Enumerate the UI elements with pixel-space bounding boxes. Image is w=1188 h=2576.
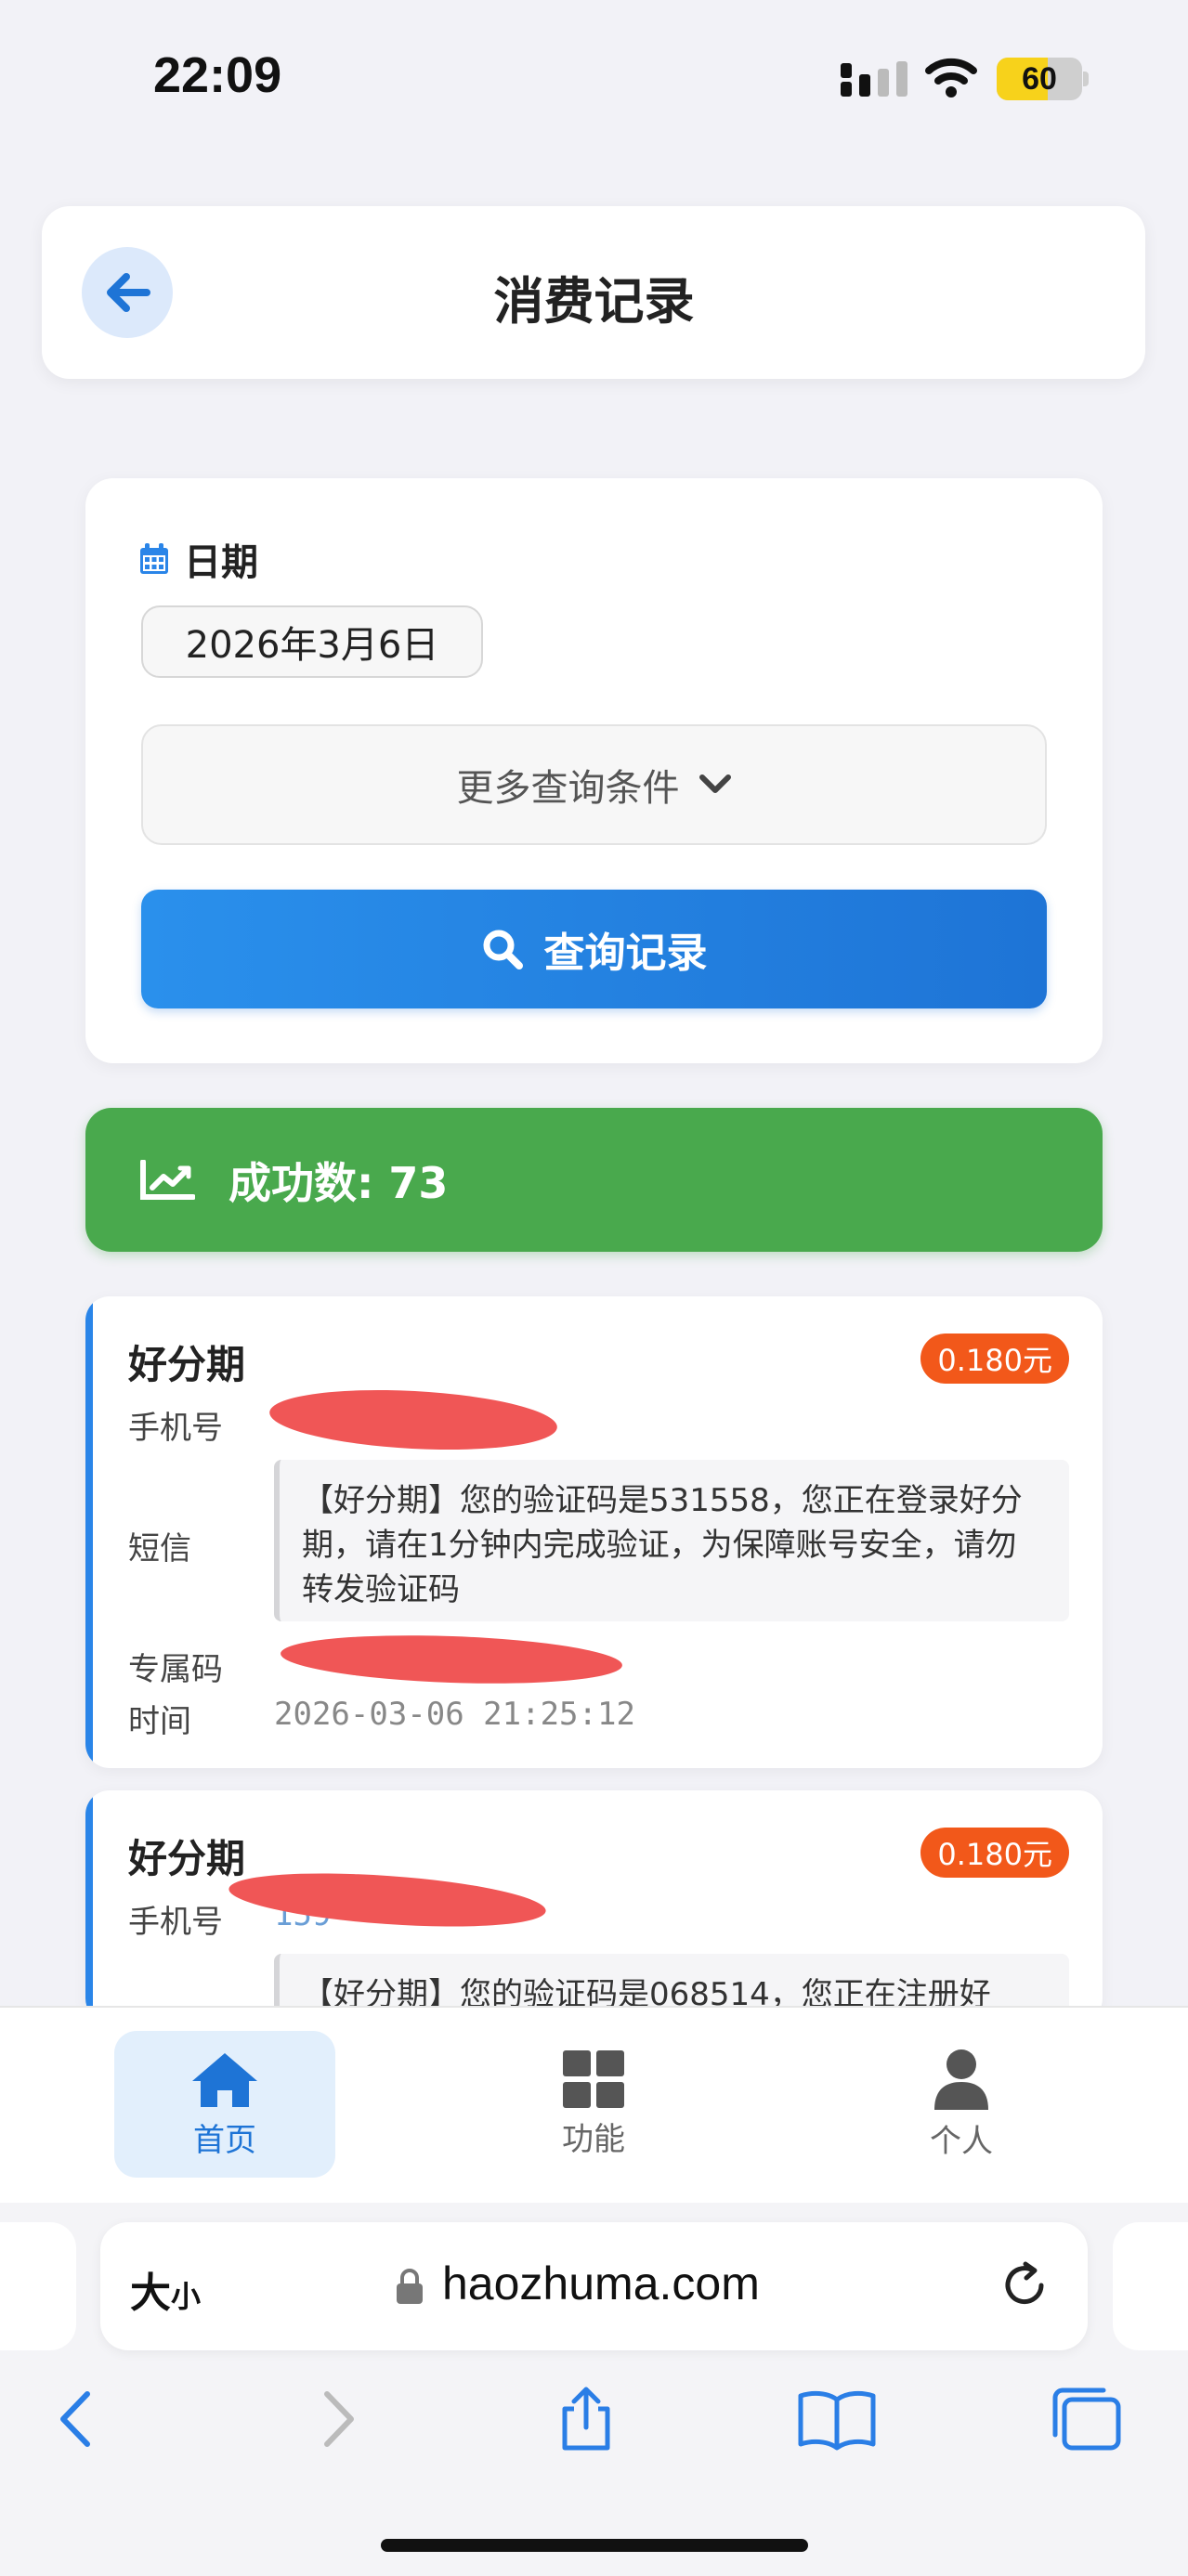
reload-icon[interactable] bbox=[998, 2258, 1051, 2312]
calendar-icon bbox=[140, 543, 168, 574]
tab-functions-label: 功能 bbox=[562, 2120, 625, 2158]
cellular-signal-icon bbox=[841, 61, 907, 97]
price-badge: 0.180元 bbox=[920, 1334, 1069, 1384]
lock-icon bbox=[397, 2269, 423, 2304]
text-size-small: 小 bbox=[171, 2280, 202, 2313]
next-tab-preview[interactable] bbox=[1113, 2222, 1188, 2350]
status-time: 22:09 bbox=[153, 47, 282, 103]
record-accent-stripe bbox=[85, 1296, 93, 1768]
record-service-name: 好分期 bbox=[128, 1342, 246, 1387]
home-indicator bbox=[381, 2539, 808, 2552]
sms-content: 【好分期】您的验证码是531558，您正在登录好分期，请在1分钟内完成验证，为保… bbox=[274, 1460, 1069, 1621]
browser-forward-icon[interactable] bbox=[305, 2387, 370, 2452]
phone-label: 手机号 bbox=[128, 1904, 223, 1941]
record-accent-stripe bbox=[85, 1790, 93, 2023]
record-card: 好分期 0.180元 手机号 159 【好分期】您的验证码是068514，您正在… bbox=[85, 1790, 1103, 2023]
redaction-mark bbox=[268, 1383, 559, 1457]
date-label: 日期 bbox=[139, 532, 258, 586]
page-title: 消费记录 bbox=[493, 272, 695, 331]
browser-back-icon[interactable] bbox=[45, 2387, 110, 2452]
sms-label: 短信 bbox=[128, 1530, 191, 1568]
tab-functions[interactable]: 功能 bbox=[483, 2031, 704, 2178]
more-filters-toggle[interactable]: 更多查询条件 bbox=[141, 724, 1047, 845]
date-label-text: 日期 bbox=[184, 541, 258, 584]
redaction-mark bbox=[280, 1630, 623, 1689]
previous-tab-preview[interactable] bbox=[0, 2222, 76, 2350]
battery-level: 60 bbox=[1022, 61, 1057, 97]
tab-profile[interactable]: 个人 bbox=[851, 2031, 1072, 2178]
more-filters-label: 更多查询条件 bbox=[456, 767, 680, 810]
url-text[interactable]: haozhuma.com bbox=[442, 2257, 760, 2310]
user-icon bbox=[934, 2049, 988, 2110]
wifi-icon bbox=[925, 58, 977, 98]
tab-home[interactable]: 首页 bbox=[114, 2031, 335, 2178]
chevron-down-icon bbox=[698, 774, 731, 793]
bookmarks-icon[interactable] bbox=[797, 2387, 877, 2452]
search-button-label: 查询记录 bbox=[543, 930, 708, 977]
tab-home-label: 首页 bbox=[193, 2121, 256, 2159]
record-card: 好分期 0.180元 手机号 短信 【好分期】您的验证码是531558，您正在登… bbox=[85, 1296, 1103, 1768]
tab-profile-label: 个人 bbox=[930, 2122, 993, 2160]
grid-icon bbox=[563, 2049, 624, 2108]
record-service-name: 好分期 bbox=[128, 1836, 246, 1881]
share-icon[interactable] bbox=[554, 2387, 619, 2452]
home-icon bbox=[192, 2052, 257, 2107]
search-records-button[interactable]: 查询记录 bbox=[141, 890, 1047, 1008]
time-label: 时间 bbox=[128, 1703, 191, 1740]
text-size-large: 大 bbox=[130, 2270, 171, 2316]
text-size-button[interactable]: 大小 bbox=[130, 2259, 201, 2319]
chart-line-icon bbox=[140, 1159, 195, 1200]
battery-indicator: 60 bbox=[997, 58, 1082, 100]
tabs-icon[interactable] bbox=[1050, 2387, 1124, 2452]
date-input[interactable]: 2026年3月6日 bbox=[141, 605, 483, 678]
success-count: 成功数: 73 bbox=[228, 1157, 449, 1208]
success-count-banner: 成功数: 73 bbox=[85, 1108, 1103, 1252]
code-label: 专属码 bbox=[128, 1651, 223, 1688]
phone-label: 手机号 bbox=[128, 1410, 223, 1447]
search-icon bbox=[483, 930, 523, 969]
time-value: 2026-03-06 21:25:12 bbox=[274, 1696, 635, 1733]
price-badge: 0.180元 bbox=[920, 1828, 1069, 1878]
battery-tip bbox=[1083, 72, 1089, 86]
